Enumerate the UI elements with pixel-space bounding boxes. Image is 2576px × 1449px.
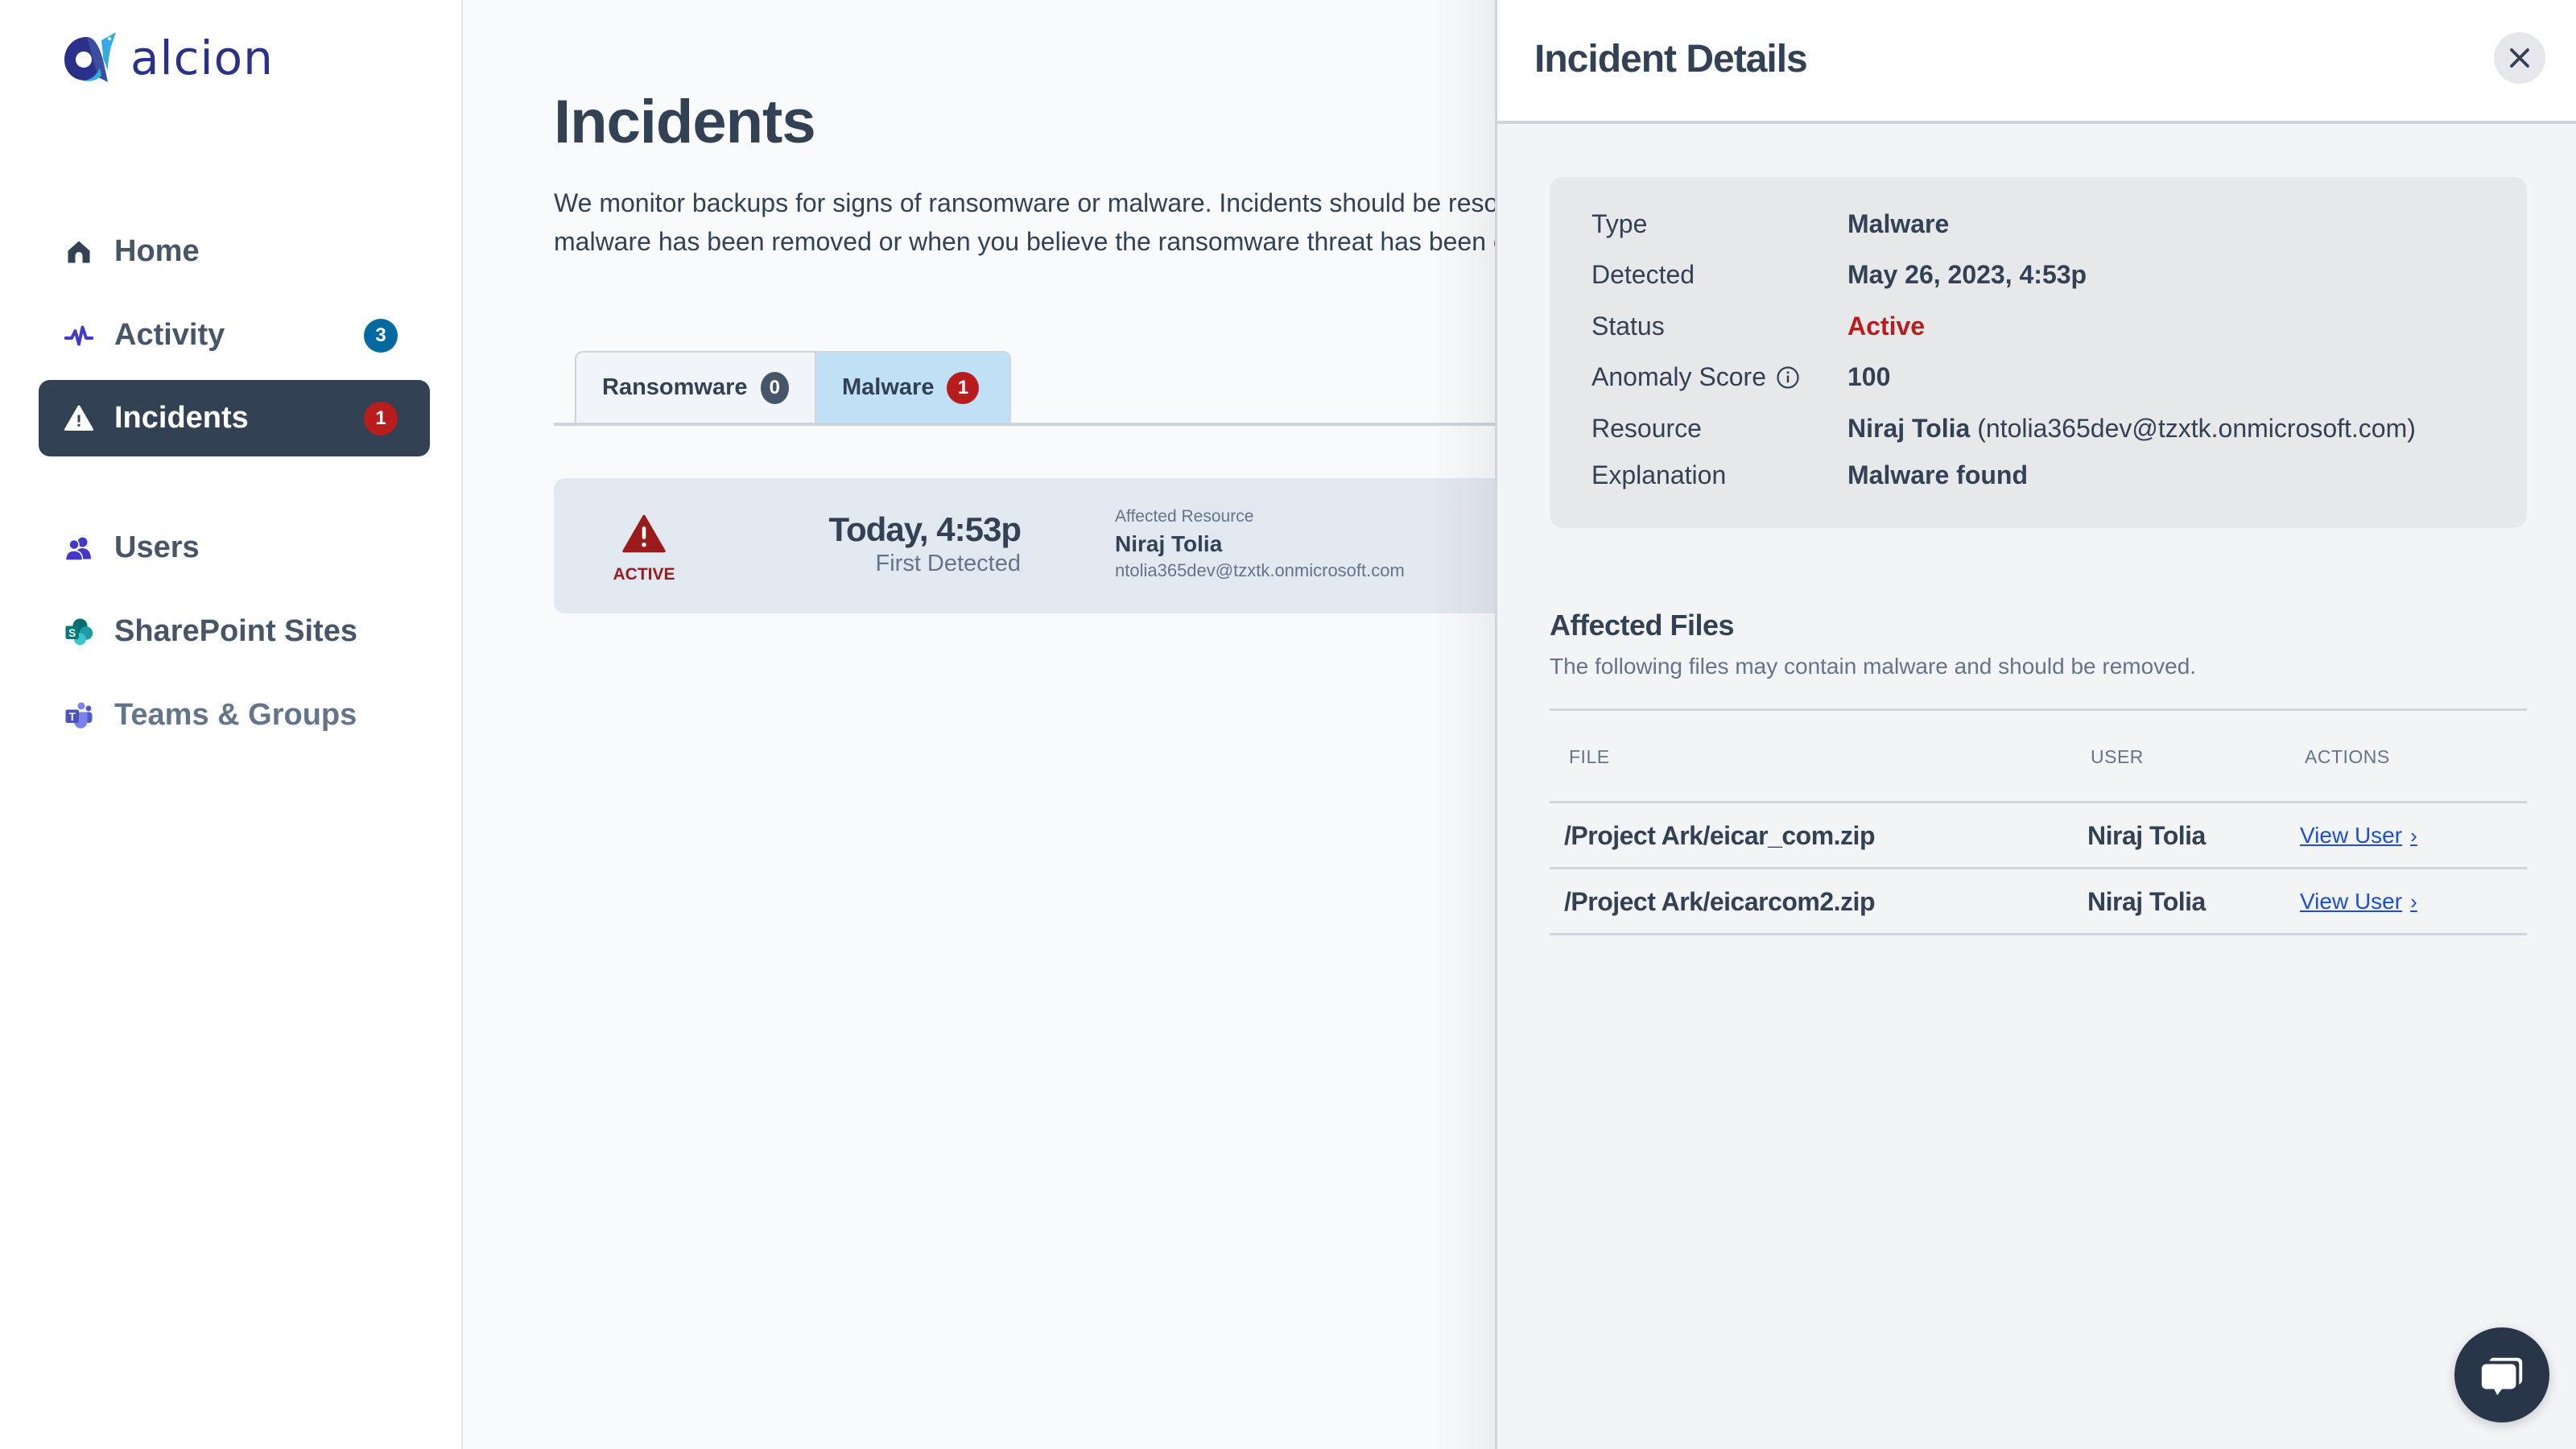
svg-text:S: S [68,627,76,639]
users-icon [63,532,95,564]
column-header-user: USER [2091,746,2144,767]
detail-label: Anomaly Score [1591,362,1766,391]
sidebar-item-label: Teams & Groups [114,698,357,732]
affected-resource-name: Niraj Tolia [1115,531,1223,556]
incident-details-summary: Type Malware Detected May 26, 2023, 4:53… [1550,177,2527,528]
detail-row-resource: Resource Niraj Tolia (ntolia365dev@tzxtk… [1591,414,2416,444]
tab-malware[interactable]: Malware 1 [815,351,1011,423]
incident-card[interactable]: ACTIVE Today, 4:53p First Detected Affec… [554,478,1495,613]
panel-shadow [1433,0,1496,1449]
incident-detected-time: Today, 4:53p First Detected [715,510,1022,577]
panel-title: Incident Details [1534,38,1808,80]
anomaly-score-value: 100 [1847,362,1891,391]
alcion-logo-icon [64,32,116,82]
sidebar-item-incidents[interactable]: Incidents 1 [39,380,430,456]
sidebar-item-sharepoint-sites[interactable]: S SharePoint Sites [39,593,430,670]
detail-label: Explanation [1591,460,1727,489]
tab-label: Malware [842,374,935,400]
sidebar-item-label: Home [114,234,200,268]
detail-row-explanation: Explanation Malware found [1591,460,2028,490]
warning-triangle-icon [63,402,95,435]
page-description: We monitor backups for signs of ransomwa… [554,188,1495,256]
file-path: /Project Ark/eicarcom2.zip [1564,887,1875,916]
tab-label: Ransomware [602,374,748,400]
detail-row-type: Type Malware [1591,209,1949,239]
warning-triangle-icon [622,514,666,553]
close-icon [2510,48,2529,68]
file-user: Niraj Tolia [2087,887,2206,916]
detail-label: Resource [1591,414,1702,443]
detected-time-value: Today, 4:53p [828,510,1022,548]
column-header-file: FILE [1569,746,1610,767]
svg-text:T: T [69,711,76,723]
incident-type-value: Malware [1847,209,1950,238]
sidebar: alcion Home Activity 3 Incidents 1 Users… [0,0,463,1449]
teams-icon: T [63,700,95,732]
detail-label-wrapper: Anomaly Score [1591,362,1847,392]
sidebar-item-label: Incidents [114,401,249,435]
home-icon [63,236,95,268]
chevron-right-icon: › [2410,889,2417,914]
chevron-right-icon: › [2410,823,2417,848]
detail-row-status: Status Active [1591,312,1925,341]
explanation-value: Malware found [1847,460,2029,489]
incidents-count-badge: 1 [364,401,398,436]
resource-value: Niraj Tolia (ntolia365dev@tzxtk.onmicros… [1847,414,2416,444]
logo[interactable]: alcion [63,31,274,85]
resource-email: (ntolia365dev@tzxtk.onmicrosoft.com) [1977,414,2416,443]
sidebar-item-teams-groups[interactable]: T Teams & Groups [39,677,430,753]
sidebar-item-label: Activity [114,318,225,352]
status-value: Active [1847,312,1926,341]
main-content: Incidents We monitor backups for signs o… [464,0,1495,1449]
affected-files-table: FILE USER ACTIONS /Project Ark/eicar_com… [1550,708,2527,935]
file-user: Niraj Tolia [2087,821,2206,850]
info-icon[interactable] [1776,365,1800,390]
sidebar-item-label: Users [114,530,200,564]
brand-name: alcion [130,31,274,85]
tab-ransomware[interactable]: Ransomware 0 [575,351,816,423]
detected-date-value: May 26, 2023, 4:53p [1847,260,2087,289]
sidebar-item-activity[interactable]: Activity 3 [39,297,430,374]
chat-bubbles-icon [2481,1357,2523,1396]
affected-files-heading: Affected Files [1550,609,1735,642]
affected-resource: Affected Resource Niraj Tolia ntolia365d… [1115,507,1405,581]
page-title: Incidents [554,88,816,156]
activity-count-badge: 3 [364,318,398,353]
malware-count-badge: 1 [947,371,980,404]
panel-header: Incident Details [1497,0,2576,124]
resource-name: Niraj Tolia [1847,414,1971,443]
status-badge: ACTIVE [613,565,675,584]
view-user-link[interactable]: View User › [2300,823,2417,848]
affected-resource-email: ntolia365dev@tzxtk.onmicrosoft.com [1115,560,1405,580]
incident-details-panel: Incident Details Type Malware Detected M… [1495,0,2576,1449]
affected-resource-label: Affected Resource [1115,507,1254,526]
detail-row-detected: Detected May 26, 2023, 4:53p [1591,260,2087,290]
affected-files-subtext: The following files may contain malware … [1550,654,2197,679]
view-user-label: View User [2300,823,2403,848]
close-button[interactable] [2494,32,2545,84]
incident-type-tabs: Ransomware 0 Malware 1 [554,351,1495,426]
detected-time-label: First Detected [875,551,1022,576]
chat-support-button[interactable] [2454,1327,2549,1422]
view-user-link[interactable]: View User › [2300,889,2417,914]
sidebar-item-label: SharePoint Sites [114,614,357,648]
view-user-label: View User [2300,889,2403,914]
column-header-actions: ACTIONS [2305,746,2390,767]
sharepoint-icon: S [63,616,95,648]
sidebar-item-home[interactable]: Home [39,213,430,290]
incident-status: ACTIVE [612,514,676,584]
sidebar-item-users[interactable]: Users [39,510,430,586]
detail-label: Status [1591,312,1665,341]
activity-pulse-icon [63,320,95,352]
detail-label: Detected [1591,260,1695,289]
detail-label: Type [1591,209,1648,238]
table-row: /Project Ark/eicarcom2.zip Niraj Tolia V… [1550,869,2527,935]
detail-row-anomaly-score: Anomaly Score 100 [1591,362,1890,392]
ransomware-count-badge: 0 [760,371,789,404]
table-row: /Project Ark/eicar_com.zip Niraj Tolia V… [1550,803,2527,869]
table-header-row: FILE USER ACTIONS [1550,711,2527,803]
file-path: /Project Ark/eicar_com.zip [1564,821,1875,850]
